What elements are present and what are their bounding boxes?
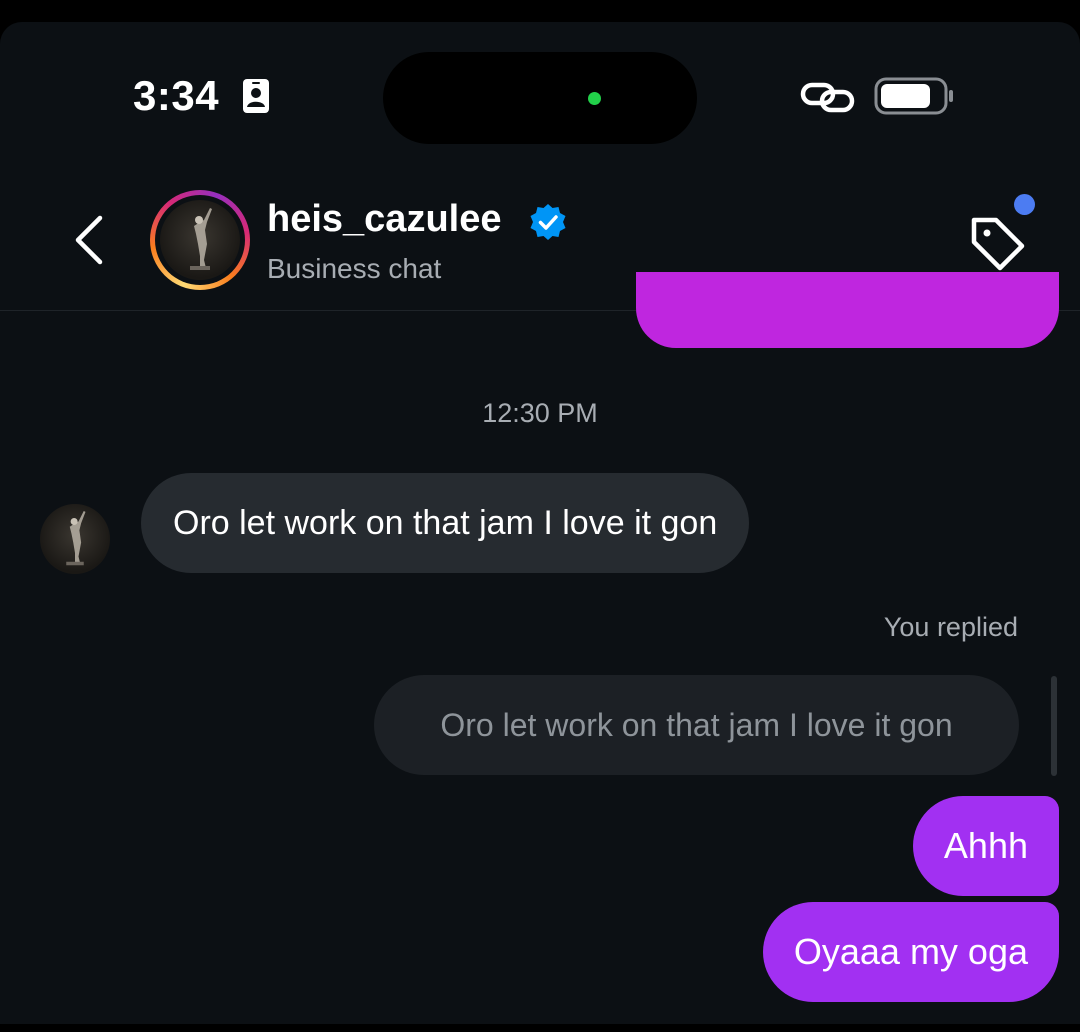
outgoing-message-bubble[interactable]: Oyaaa my oga — [762, 902, 1059, 1002]
outgoing-message-bubble[interactable]: Ahhh — [912, 796, 1059, 896]
id-card-icon — [243, 79, 269, 113]
previous-outgoing-bubble[interactable] — [636, 272, 1059, 348]
incoming-message-bubble[interactable]: Oro let work on that jam I love it gon — [141, 473, 750, 573]
quoted-message-bubble[interactable]: Oro let work on that jam I love it gon — [374, 675, 1019, 775]
verified-badge-icon — [530, 204, 566, 240]
chat-subtitle: Business chat — [267, 253, 442, 284]
reply-label: You replied — [883, 612, 1018, 642]
status-time: 3:34 — [133, 72, 220, 119]
camera-indicator-dot — [588, 92, 601, 105]
back-chevron-icon[interactable] — [68, 212, 112, 268]
profile-avatar[interactable] — [150, 190, 250, 290]
avatar-photo — [160, 200, 240, 280]
sender-avatar[interactable] — [40, 504, 110, 574]
reply-quote-bar — [1051, 676, 1057, 776]
notification-dot — [1014, 194, 1035, 215]
message-timestamp: 12:30 PM — [482, 398, 598, 428]
chat-screen: 3:34 heis_cazulee Business chat 12:30 PM… — [0, 22, 1080, 1024]
dynamic-island — [383, 52, 697, 144]
link-icon — [800, 82, 855, 113]
battery-icon — [874, 77, 953, 115]
chat-username[interactable]: heis_cazulee — [267, 198, 501, 241]
tag-icon[interactable] — [966, 212, 1028, 274]
